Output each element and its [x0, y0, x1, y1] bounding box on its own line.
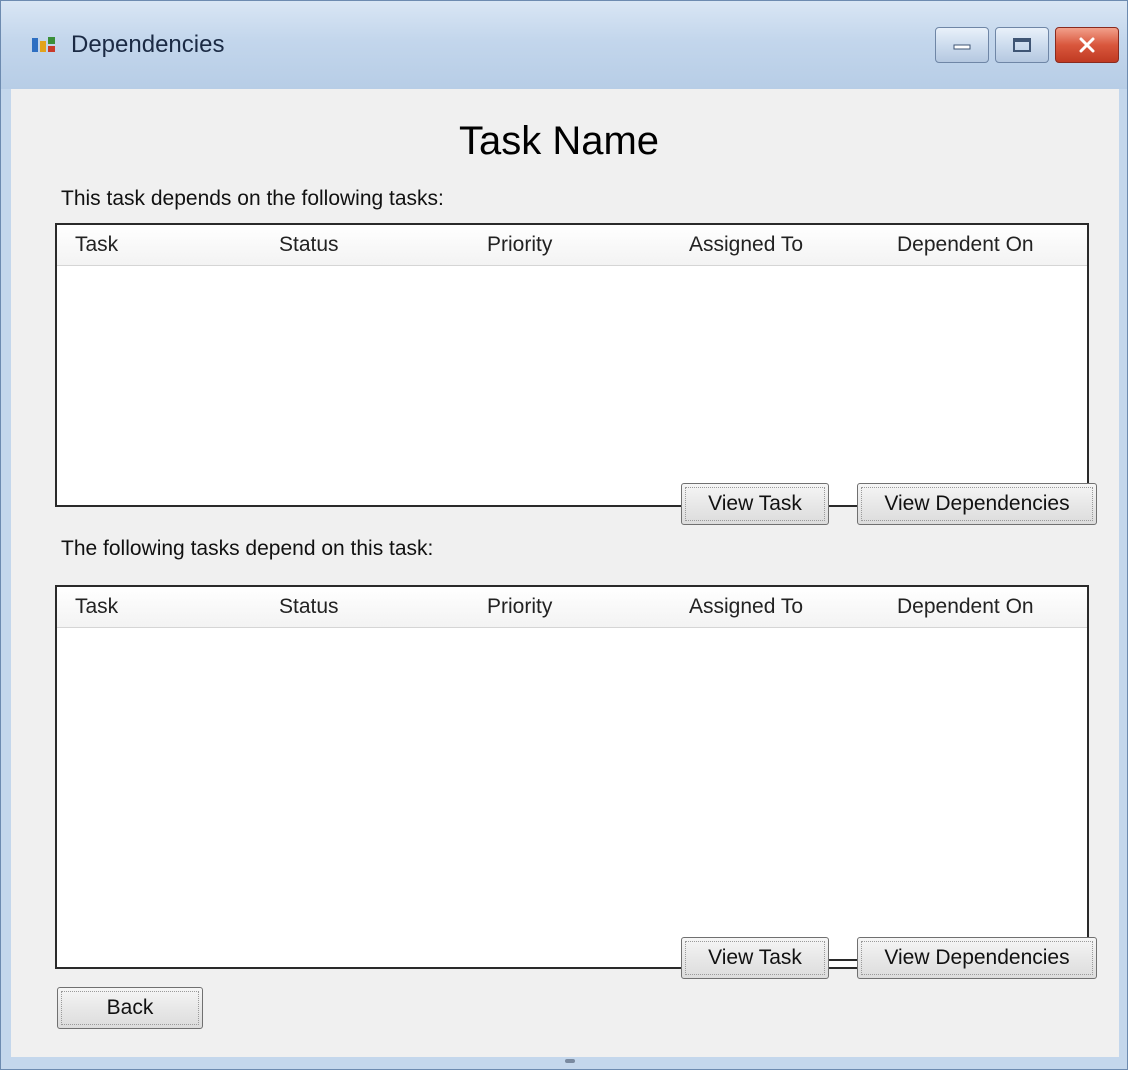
back-button-label: Back: [61, 991, 199, 1025]
minimize-icon: [953, 44, 971, 50]
maximize-icon: [1013, 38, 1031, 52]
list-header: Task Status Priority Assigned To Depende…: [57, 587, 1087, 628]
column-header-status[interactable]: Status: [279, 233, 339, 257]
dependencies-window: Dependencies Task Name This task depends…: [0, 0, 1128, 1070]
column-header-dependent-on[interactable]: Dependent On: [897, 233, 1034, 257]
column-header-dependent-on[interactable]: Dependent On: [897, 595, 1034, 619]
list-header: Task Status Priority Assigned To Depende…: [57, 225, 1087, 266]
view-task-button-label: View Task: [685, 941, 825, 975]
dependencies-app-icon: [32, 37, 55, 52]
button-connector: [829, 959, 859, 961]
dialog-client-area: Task Name This task depends on the follo…: [11, 89, 1119, 1057]
view-task-button[interactable]: View Task: [681, 483, 829, 525]
title-bar[interactable]: Dependencies: [1, 1, 1127, 89]
button-connector: [829, 505, 859, 507]
resize-grip[interactable]: [565, 1059, 575, 1063]
view-dependencies-button[interactable]: View Dependencies: [857, 483, 1097, 525]
column-header-status[interactable]: Status: [279, 595, 339, 619]
column-header-priority[interactable]: Priority: [487, 595, 552, 619]
view-task-button-label: View Task: [685, 487, 825, 521]
prerequisite-tasks-list[interactable]: Task Status Priority Assigned To Depende…: [55, 223, 1089, 507]
maximize-button[interactable]: [995, 27, 1049, 63]
view-dependencies-button[interactable]: View Dependencies: [857, 937, 1097, 979]
column-header-assigned-to[interactable]: Assigned To: [689, 233, 803, 257]
column-header-assigned-to[interactable]: Assigned To: [689, 595, 803, 619]
column-header-priority[interactable]: Priority: [487, 233, 552, 257]
task-name-heading: Task Name: [458, 119, 660, 163]
upper-section-label: This task depends on the following tasks…: [61, 187, 444, 210]
window-title: Dependencies: [71, 31, 225, 58]
minimize-button[interactable]: [935, 27, 989, 63]
dependent-tasks-list[interactable]: Task Status Priority Assigned To Depende…: [55, 585, 1089, 969]
column-header-task[interactable]: Task: [75, 595, 118, 619]
view-dependencies-button-label: View Dependencies: [861, 941, 1093, 975]
back-button[interactable]: Back: [57, 987, 203, 1029]
column-header-task[interactable]: Task: [75, 233, 118, 257]
view-task-button[interactable]: View Task: [681, 937, 829, 979]
lower-section-label: The following tasks depend on this task:: [61, 537, 434, 560]
close-icon: [1079, 37, 1095, 53]
view-dependencies-button-label: View Dependencies: [861, 487, 1093, 521]
close-button[interactable]: [1055, 27, 1119, 63]
